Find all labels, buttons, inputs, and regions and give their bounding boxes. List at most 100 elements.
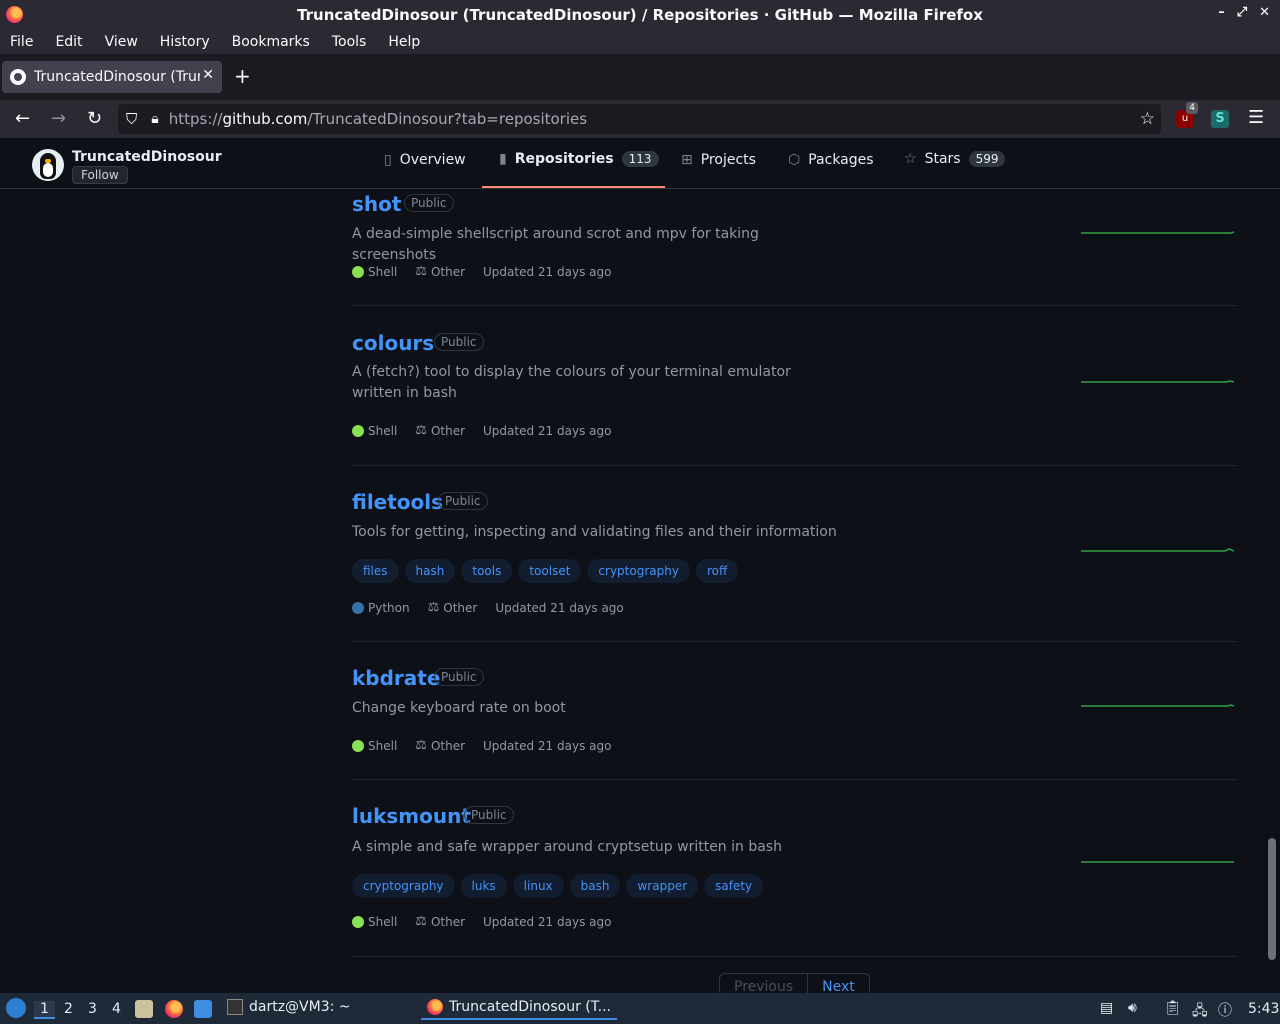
menu-help[interactable]: Help bbox=[388, 34, 420, 50]
minimize-button[interactable]: – bbox=[1218, 5, 1225, 20]
repo-language: Shell bbox=[368, 738, 398, 753]
start-menu-icon[interactable] bbox=[6, 998, 26, 1018]
law-icon: ⚖ bbox=[415, 914, 427, 929]
workspace-1[interactable]: 1 bbox=[34, 1001, 55, 1019]
follow-button[interactable]: Follow bbox=[72, 166, 128, 184]
back-arrow-icon[interactable]: ← bbox=[15, 108, 30, 129]
repo-language: Shell bbox=[368, 264, 398, 279]
browser-tab[interactable]: TruncatedDinosour (TruncatedDinosour) ✕ bbox=[2, 61, 222, 93]
menu-view[interactable]: View bbox=[105, 34, 138, 50]
topic-tag[interactable]: linux bbox=[512, 874, 564, 898]
desktop-icon[interactable] bbox=[194, 1000, 212, 1018]
menu-file[interactable]: File bbox=[10, 34, 33, 50]
topic-tag[interactable]: hash bbox=[404, 559, 456, 583]
stylus-extension-icon[interactable]: S bbox=[1211, 110, 1229, 128]
tab-label: Projects bbox=[700, 152, 756, 168]
repo-name-link[interactable]: filetools bbox=[352, 490, 443, 514]
topic-tag[interactable]: roff bbox=[695, 559, 739, 583]
close-tab-button[interactable]: ✕ bbox=[202, 67, 214, 83]
activity-sparkline bbox=[1081, 380, 1235, 383]
taskbar-terminal-task[interactable]: dartz@VM3: ~ bbox=[227, 999, 351, 1015]
stars-count: 599 bbox=[968, 151, 1006, 167]
repo-description: A simple and safe wrapper around cryptse… bbox=[352, 839, 782, 855]
tracking-shield-icon[interactable]: ⛉ bbox=[126, 110, 137, 128]
license-label: Other bbox=[430, 423, 466, 438]
repo-meta: Shell ⚖ Other Updated 21 days ago bbox=[352, 264, 611, 279]
topic-tag[interactable]: files bbox=[352, 559, 399, 583]
bookmark-star-icon[interactable]: ☆ bbox=[1140, 109, 1155, 129]
repo-name-link[interactable]: shot bbox=[352, 192, 401, 216]
topic-tag[interactable]: tools bbox=[461, 559, 513, 583]
repo-meta: Shell ⚖ Other Updated 21 days ago bbox=[352, 738, 611, 753]
profile-username[interactable]: TruncatedDinosour bbox=[72, 149, 222, 165]
activity-sparkline bbox=[1081, 861, 1234, 863]
tab-packages[interactable]: ⬡ Packages bbox=[788, 152, 874, 168]
repo-description: Change keyboard rate on boot bbox=[352, 700, 566, 716]
workspace-2[interactable]: 2 bbox=[64, 1001, 73, 1017]
license: ⚖ Other bbox=[415, 423, 465, 438]
clipboard-icon[interactable]: 📋︎ bbox=[1164, 1000, 1182, 1016]
license-label: Other bbox=[430, 738, 466, 753]
terminal-icon bbox=[227, 999, 243, 1015]
navigation-bar: ← → ↻ ⛉ 🔒︎ https://github.com/TruncatedD… bbox=[0, 100, 1280, 138]
update-icon[interactable]: ▤ bbox=[1100, 1000, 1113, 1016]
volume-icon[interactable]: 🔊︎ bbox=[1128, 1000, 1137, 1016]
star-icon: ☆ bbox=[904, 151, 917, 167]
menu-bookmarks[interactable]: Bookmarks bbox=[232, 34, 310, 50]
menu-history[interactable]: History bbox=[160, 34, 210, 50]
law-icon: ⚖ bbox=[427, 600, 440, 615]
workspace-4[interactable]: 4 bbox=[112, 1001, 121, 1017]
firefox-launcher-icon[interactable] bbox=[165, 1000, 183, 1018]
page-scrollbar[interactable] bbox=[1268, 838, 1276, 960]
taskbar-firefox-task[interactable]: TruncatedDinosour (T... bbox=[421, 999, 617, 1020]
tab-label: Stars bbox=[924, 151, 961, 167]
topic-tag[interactable]: bash bbox=[569, 874, 621, 898]
new-tab-button[interactable]: + bbox=[234, 64, 251, 88]
hamburger-menu-icon[interactable]: ☰ bbox=[1248, 107, 1264, 128]
tab-projects[interactable]: ⊞ Projects bbox=[681, 152, 756, 168]
topic-tag[interactable]: cryptography bbox=[352, 874, 455, 898]
tab-label: Repositories bbox=[514, 151, 614, 167]
close-window-button[interactable]: ✕ bbox=[1259, 5, 1270, 20]
lock-icon[interactable]: 🔒︎ bbox=[151, 111, 158, 127]
list-item: filetools Public Tools for getting, insp… bbox=[352, 466, 1236, 642]
notification-icon[interactable]: ⓘ bbox=[1218, 1000, 1232, 1020]
topic-tag[interactable]: cryptography bbox=[587, 559, 690, 583]
activity-sparkline bbox=[1081, 548, 1235, 552]
reload-icon[interactable]: ↻ bbox=[87, 108, 102, 129]
maximize-button[interactable]: ⤢ bbox=[1237, 5, 1247, 20]
url-bar[interactable]: ⛉ 🔒︎ https://github.com/TruncatedDinosou… bbox=[118, 104, 1161, 134]
repo-meta: Python ⚖ Other Updated 21 days ago bbox=[352, 600, 624, 615]
repo-updated: Updated 21 days ago bbox=[483, 914, 612, 929]
file-manager-icon[interactable] bbox=[135, 1000, 153, 1018]
topic-tag[interactable]: toolset bbox=[518, 559, 582, 583]
topic-tag[interactable]: luks bbox=[460, 874, 507, 898]
list-item: colours Public A (fetch?) tool to displa… bbox=[352, 306, 1236, 466]
network-icon[interactable]: 🖧 bbox=[1192, 1000, 1208, 1024]
repo-name-link[interactable]: luksmount bbox=[352, 804, 471, 828]
menu-edit[interactable]: Edit bbox=[55, 34, 82, 50]
language-color-icon bbox=[352, 739, 364, 752]
topic-tag[interactable]: safety bbox=[704, 874, 764, 898]
url-text[interactable]: https://github.com/TruncatedDinosour?tab… bbox=[169, 110, 587, 128]
avatar[interactable] bbox=[32, 149, 64, 181]
tab-overview[interactable]: ▯ Overview bbox=[384, 152, 466, 168]
github-favicon-icon bbox=[10, 69, 26, 85]
ublock-extension-icon[interactable]: u4 bbox=[1176, 102, 1198, 128]
repo-name-link[interactable]: kbdrate bbox=[352, 666, 440, 690]
repo-language: Shell bbox=[368, 914, 398, 929]
topic-tag[interactable]: wrapper bbox=[626, 874, 699, 898]
task-label: TruncatedDinosour (T... bbox=[449, 999, 612, 1015]
activity-sparkline bbox=[1081, 704, 1235, 707]
tab-repositories[interactable]: ▮ Repositories 113 bbox=[499, 151, 659, 167]
menu-tools[interactable]: Tools bbox=[332, 34, 367, 50]
workspace-3[interactable]: 3 bbox=[88, 1001, 97, 1017]
penguin-belly bbox=[43, 163, 53, 177]
forward-arrow-icon[interactable]: → bbox=[51, 108, 66, 129]
active-tab-underline bbox=[482, 186, 665, 188]
penguin-beak bbox=[45, 159, 51, 163]
repo-name-link[interactable]: colours bbox=[352, 331, 434, 355]
tab-stars[interactable]: ☆ Stars 599 bbox=[904, 151, 1006, 167]
license: ⚖ Other bbox=[415, 738, 465, 753]
tab-label: Packages bbox=[808, 152, 874, 168]
